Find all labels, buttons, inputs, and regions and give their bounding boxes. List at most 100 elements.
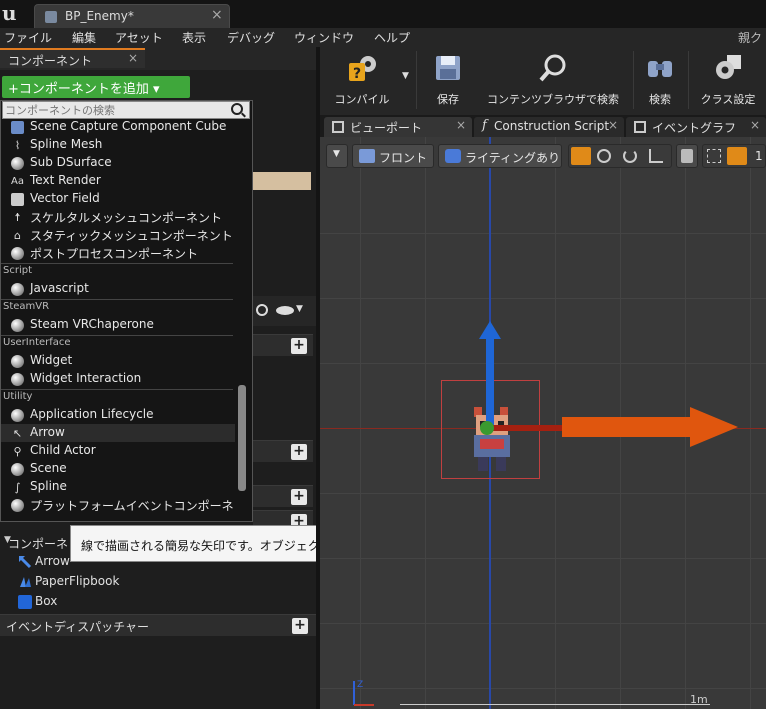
arrow-icon	[18, 555, 32, 569]
dd-item-label: Text Render	[30, 173, 101, 187]
content-browser-find-button[interactable]: コンテンツブラウザで検索	[478, 47, 628, 113]
tab-construction-script[interactable]: f Construction Script ×	[474, 117, 624, 137]
dd-item-spline-mesh[interactable]: ⌇ Spline Mesh	[1, 136, 235, 154]
dd-item-spline[interactable]: ∫ Spline	[1, 478, 235, 496]
menu-debug[interactable]: デバッグ	[227, 29, 275, 46]
details-search-icon[interactable]	[256, 304, 268, 316]
menu-window[interactable]: ウィンドウ	[294, 29, 354, 46]
close-icon[interactable]: ×	[128, 51, 138, 65]
dd-item-skeletal-mesh[interactable]: ☨ スケルタルメッシュコンポーネント	[1, 208, 235, 226]
viewport-options-button[interactable]: ▼	[326, 144, 348, 168]
close-tab-icon[interactable]: ×	[211, 7, 223, 23]
menu-help[interactable]: ヘルプ	[374, 29, 410, 46]
close-tab-icon[interactable]: ×	[456, 118, 466, 132]
dd-item-vector-field[interactable]: Vector Field	[1, 190, 235, 208]
viewport[interactable]: Z 1m	[320, 137, 766, 709]
dd-item-widget[interactable]: Widget	[1, 352, 235, 370]
tree-item-label: Box	[35, 594, 58, 608]
dd-item-sub-dsurface[interactable]: Sub DSurface	[1, 154, 235, 172]
add-event-dispatcher-button[interactable]: +	[292, 618, 308, 634]
menu-file[interactable]: ファイル	[4, 29, 52, 46]
grid-snap-icon[interactable]	[727, 147, 747, 165]
dd-item-steam-vrchaperone[interactable]: Steam VRChaperone	[1, 316, 235, 334]
category-steamvr: SteamVR	[3, 301, 50, 312]
components-tab[interactable]: コンポーネント ×	[0, 48, 145, 68]
grid-snap-value[interactable]: 1	[755, 149, 763, 163]
dd-item-child-actor[interactable]: ⚲ Child Actor	[1, 442, 235, 460]
compile-options-chevron-icon[interactable]: ▼	[402, 71, 409, 81]
skeletal-mesh-icon: ☨	[14, 211, 21, 224]
components-tab-label: コンポーネント	[8, 54, 93, 68]
box-icon	[18, 595, 32, 609]
magnifier-icon	[538, 53, 568, 83]
dd-item-javascript[interactable]: Javascript	[1, 280, 235, 298]
divider	[1, 389, 233, 390]
dd-item-label: スケルタルメッシュコンポーネント	[30, 211, 223, 225]
dd-item-application-lifecycle[interactable]: Application Lifecycle	[1, 406, 235, 424]
sphere-icon	[11, 355, 24, 368]
front-label: フロント	[379, 151, 428, 165]
document-tab-label: BP_Enemy*	[65, 9, 134, 23]
arrow-component[interactable]	[562, 407, 738, 447]
grid-line	[320, 558, 766, 559]
dd-item-text-render[interactable]: Aa Text Render	[1, 172, 235, 190]
menu-bar: ファイル 編集 アセット 表示 デバッグ ウィンドウ ヘルプ 親ク	[0, 28, 766, 47]
translate-tool-icon[interactable]	[571, 147, 591, 165]
dropdown-scrollbar[interactable]	[238, 385, 246, 491]
add-section-2-button[interactable]: +	[291, 444, 307, 460]
scale-tool-icon[interactable]	[649, 149, 663, 163]
event-dispatchers-label: イベントディスパッチャー	[6, 620, 150, 634]
child-actor-icon: ⚲	[13, 445, 22, 458]
dd-item-static-mesh[interactable]: ⌂ スタティックメッシュコンポーネント	[1, 226, 235, 244]
compile-button[interactable]: ? コンパイル	[324, 47, 400, 113]
save-button[interactable]: 保存	[426, 47, 470, 113]
find-button[interactable]: 検索	[638, 47, 682, 113]
add-section-3-button[interactable]: +	[291, 489, 307, 505]
dd-item-widget-interaction[interactable]: Widget Interaction	[1, 370, 235, 388]
front-view-icon	[359, 149, 375, 163]
lighting-mode-button[interactable]: ライティングあり	[438, 144, 562, 168]
scale-bar	[400, 704, 710, 705]
tab-viewport[interactable]: ビューポート ×	[324, 117, 472, 137]
world-local-icon[interactable]	[597, 149, 611, 163]
component-search-input[interactable]	[5, 102, 230, 118]
add-section-1-button[interactable]: +	[291, 338, 307, 354]
dd-item-arrow[interactable]: ↖ Arrow	[1, 424, 235, 442]
close-tab-icon[interactable]: ×	[608, 118, 618, 132]
z-gizmo-arrow[interactable]	[479, 321, 501, 429]
blueprint-icon	[45, 11, 57, 23]
gizmo-center[interactable]	[480, 421, 494, 435]
view-mode-front-button[interactable]: フロント	[352, 144, 434, 168]
snap-icon[interactable]	[707, 149, 721, 163]
tab-event-graph[interactable]: イベントグラフ ×	[626, 117, 766, 137]
x-gizmo-arrow[interactable]	[492, 419, 592, 437]
eye-icon[interactable]	[276, 306, 294, 315]
dd-item-post-process[interactable]: ポストプロセスコンポーネント	[1, 244, 235, 262]
sphere-icon	[11, 373, 24, 386]
document-tab[interactable]: BP_Enemy* ×	[34, 4, 230, 28]
dd-item-scene-capture-cube[interactable]: Scene Capture Component Cube	[1, 118, 235, 136]
dd-item-platform-event[interactable]: プラットフォームイベントコンポーネ	[1, 496, 235, 514]
scale-label: 1m	[690, 693, 708, 706]
divider	[688, 51, 689, 109]
menu-view[interactable]: 表示	[182, 29, 206, 46]
rotate-tool-icon[interactable]	[623, 149, 637, 163]
divider	[1, 263, 233, 264]
class-settings-label: クラス設定	[700, 93, 756, 106]
tree-item-label: PaperFlipbook	[35, 574, 120, 588]
selected-row-highlight	[253, 172, 311, 190]
menu-edit[interactable]: 編集	[72, 29, 96, 46]
details-search-row: ▼	[253, 296, 316, 326]
close-tab-icon[interactable]: ×	[750, 118, 760, 132]
dd-item-scene[interactable]: Scene	[1, 460, 235, 478]
surface-snap-button[interactable]	[676, 144, 698, 168]
class-settings-button[interactable]: クラス設定	[692, 47, 764, 113]
text-icon: Aa	[11, 176, 24, 187]
component-search-box[interactable]	[2, 101, 250, 119]
add-component-button[interactable]: +コンポーネントを追加 ▾	[2, 76, 190, 98]
menu-asset[interactable]: アセット	[115, 29, 163, 46]
chevron-down-icon[interactable]: ▼	[296, 304, 303, 314]
grid-line	[320, 623, 766, 624]
tree-header-label: コンポーネ	[8, 537, 69, 551]
event-dispatchers-section[interactable]: イベントディスパッチャー +	[0, 614, 316, 636]
